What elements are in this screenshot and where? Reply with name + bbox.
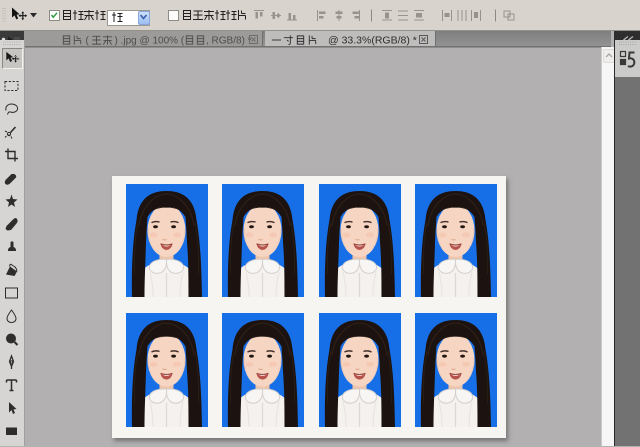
svg-text:, RGB/8) *: , RGB/8) *: [206, 36, 252, 47]
svg-text:@ 33.3%(RGB/8) *: @ 33.3%(RGB/8) *: [328, 35, 417, 47]
svg-text:) .jpg @ 100% (: ) .jpg @ 100% (: [115, 36, 185, 47]
svg-text:(: (: [86, 36, 90, 47]
